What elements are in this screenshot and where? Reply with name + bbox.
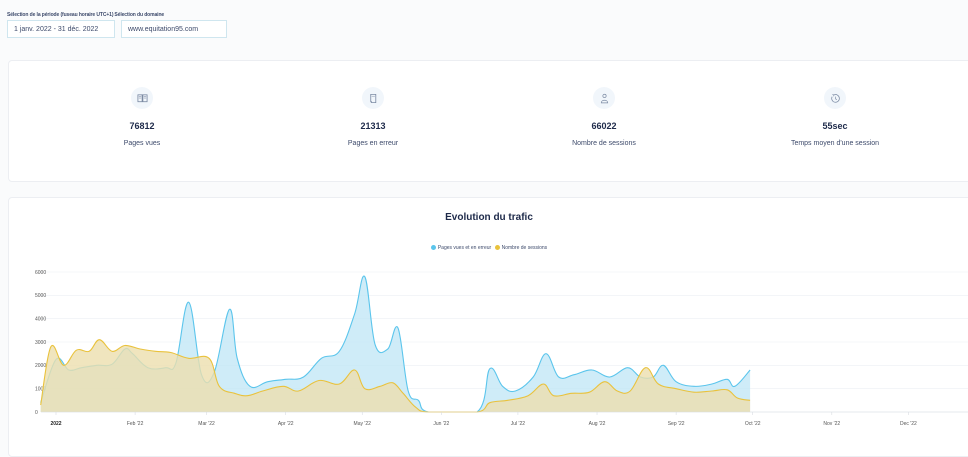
stat-value: 76812 [129, 121, 155, 131]
broken-page-icon [362, 87, 384, 109]
stat-sessions: 66022 Nombre de sessions [504, 61, 704, 147]
stat-avg-session-time: 55sec Temps moyen d'une session [735, 61, 935, 147]
stat-value: 55sec [822, 121, 848, 131]
period-filter-label: Sélection de la période (fuseau horaire … [7, 12, 114, 18]
filter-bar: Sélection de la période (fuseau horaire … [7, 12, 227, 38]
domain-filter-label: Sélection du domaine [114, 12, 165, 18]
traffic-chart-card: Evolution du trafic Pages vues et en err… [8, 197, 968, 457]
stats-card: 76812 Pages vues 21313 Pages en erreur 6… [8, 60, 968, 182]
y-tick-label: 0 [35, 410, 38, 416]
stat-label: Temps moyen d'une session [790, 140, 880, 147]
x-tick-label: Nov '22 [823, 421, 840, 427]
y-tick-label: 6000 [35, 270, 46, 276]
clock-icon [824, 87, 846, 109]
x-tick-label: Dec '22 [900, 421, 917, 427]
stat-value: 66022 [591, 121, 617, 131]
x-tick-label: Apr '22 [278, 421, 294, 427]
stat-value: 21313 [360, 121, 386, 131]
stat-page-views: 76812 Pages vues [42, 61, 242, 147]
y-tick-label: 3000 [35, 340, 46, 346]
stat-label: Pages vues [123, 140, 161, 147]
x-tick-label: May '22 [354, 421, 372, 427]
stat-label: Pages en erreur [347, 140, 399, 147]
x-tick-label: Sep '22 [668, 421, 685, 427]
stat-label: Nombre de sessions [572, 140, 636, 147]
filter-labels: Sélection de la période (fuseau horaire … [7, 12, 227, 18]
x-tick-label: Jul '22 [511, 421, 526, 427]
stat-error-pages: 21313 Pages en erreur [273, 61, 473, 147]
x-tick-label: Mar '22 [198, 421, 215, 427]
open-book-icon [131, 87, 153, 109]
x-tick-label: Feb '22 [127, 421, 144, 427]
domain-selector[interactable]: www.equitation95.com [121, 20, 227, 38]
y-tick-label: 2000 [35, 363, 46, 369]
x-tick-label: 2022 [50, 421, 61, 427]
x-tick-label: Oct '22 [745, 421, 761, 427]
y-tick-label: 5000 [35, 293, 46, 299]
x-tick-label: Aug '22 [589, 421, 606, 427]
person-icon [593, 87, 615, 109]
traffic-chart: 01000200030004000500060002022 Feb '22 Mar … [35, 270, 968, 427]
period-selector[interactable]: 1 janv. 2022 - 31 déc. 2022 [7, 20, 115, 38]
y-tick-label: 4000 [35, 316, 46, 322]
x-tick-label: Jun '22 [433, 421, 449, 427]
